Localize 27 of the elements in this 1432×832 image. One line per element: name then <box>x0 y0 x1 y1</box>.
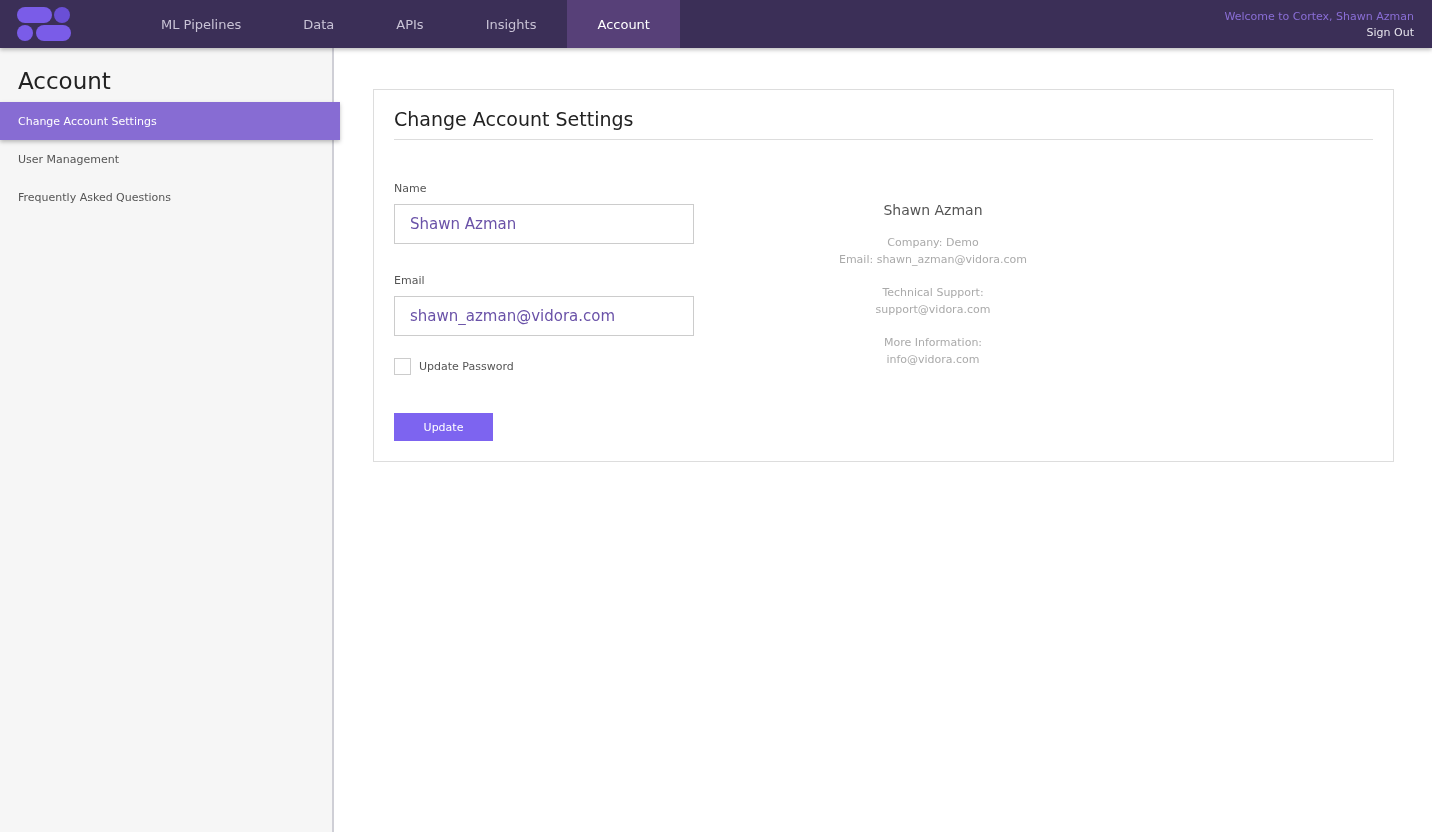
sidebar-item[interactable]: User Management <box>0 140 332 178</box>
info-text: Technical Support: <box>882 286 984 299</box>
sign-out-link[interactable]: Sign Out <box>1366 25 1414 39</box>
checkbox-label: Update Password <box>419 360 514 373</box>
info-text: More Information: <box>883 336 983 349</box>
info-text: support@vidora.com <box>875 303 991 316</box>
nav-tab[interactable]: Data <box>272 0 366 48</box>
field-label: Email <box>394 274 426 287</box>
welcome-text: Welcome to Cortex, Shawn Azman <box>1224 9 1414 23</box>
profile-name: Shawn Azman <box>883 202 983 218</box>
update-button[interactable]: Update <box>394 413 493 441</box>
info-text: Email: shawn_azman@vidora.com <box>838 253 1028 266</box>
nav-tab[interactable]: Account <box>567 0 680 48</box>
nav-tab[interactable]: ML Pipelines <box>130 0 273 48</box>
sidebar-title: Account <box>18 68 112 94</box>
nav-tab[interactable]: APIs <box>365 0 455 48</box>
input-field[interactable]: Shawn Azman <box>394 204 694 244</box>
logo-icon <box>16 6 72 42</box>
info-text: info@vidora.com <box>886 353 980 366</box>
checkbox[interactable] <box>394 358 411 375</box>
nav-tab[interactable]: Insights <box>454 0 568 48</box>
info-text: Company: Demo <box>887 236 979 249</box>
field-label: Name <box>394 182 428 195</box>
input-field[interactable]: shawn_azman@vidora.com <box>394 296 694 336</box>
card-title: Change Account Settings <box>394 108 1373 140</box>
sidebar-item[interactable]: Frequently Asked Questions <box>0 178 332 216</box>
sidebar-item[interactable]: Change Account Settings <box>0 102 340 140</box>
